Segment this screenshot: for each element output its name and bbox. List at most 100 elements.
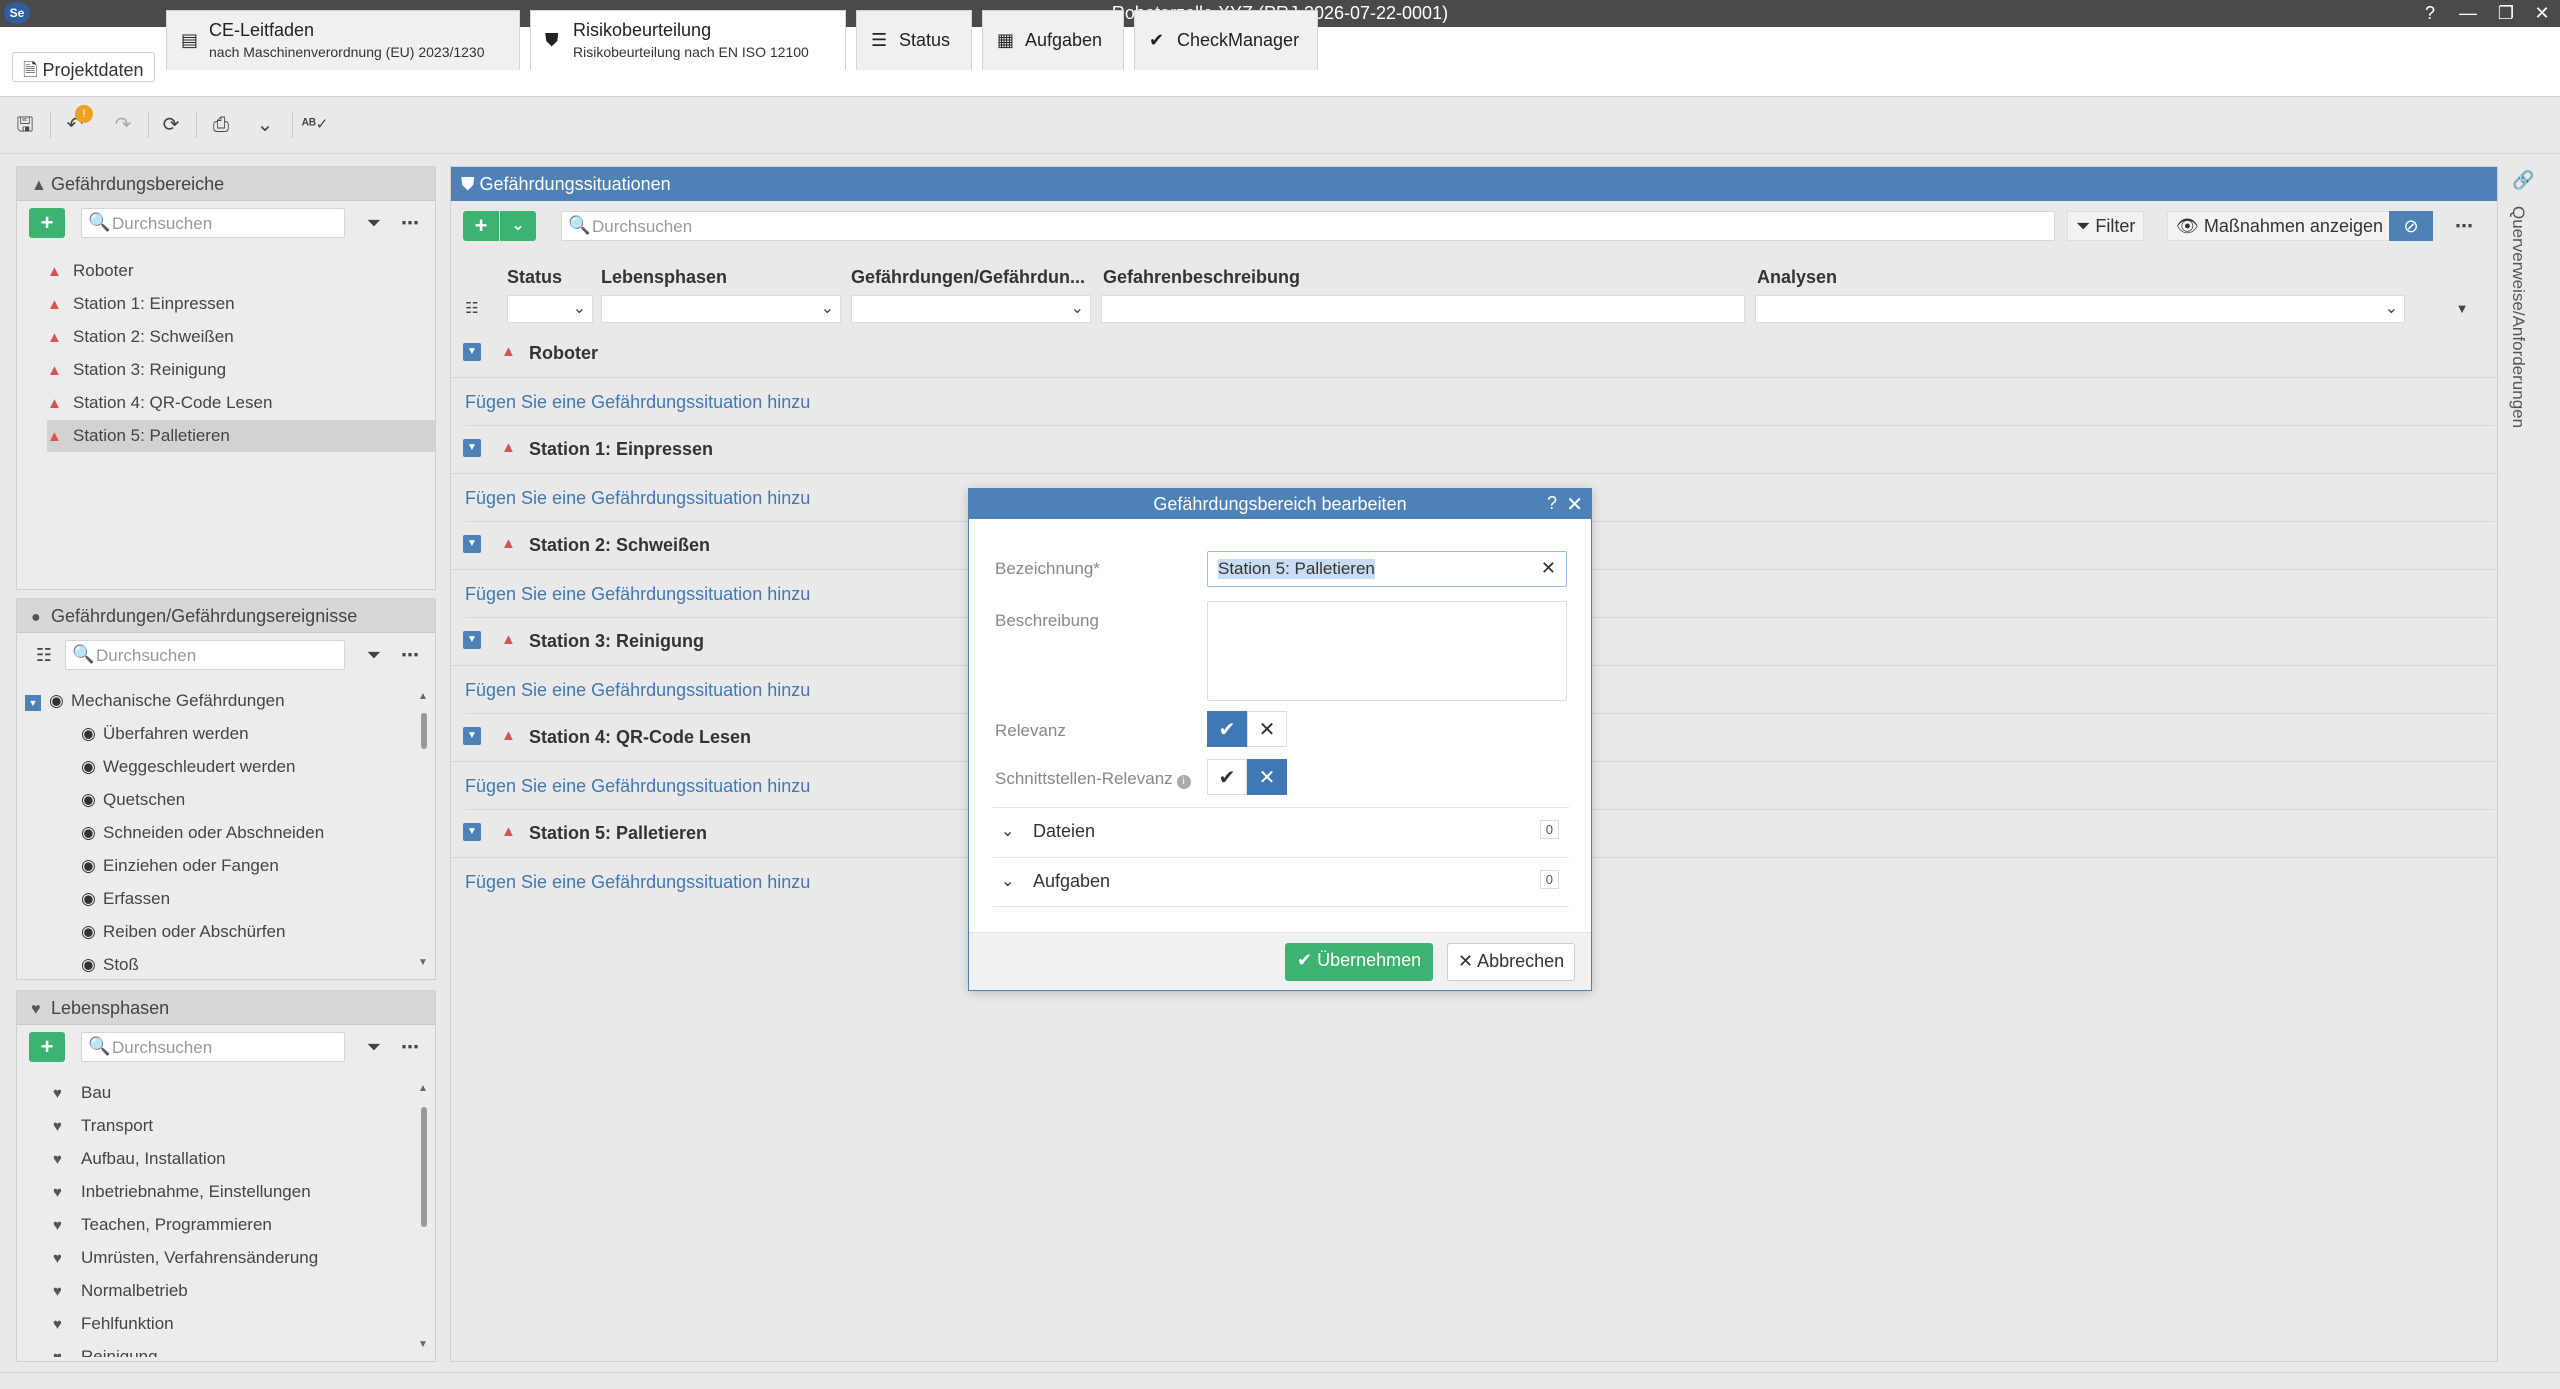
filter-icon[interactable]: ⏷	[359, 208, 389, 238]
scroll-down-icon[interactable]: ▼	[417, 1339, 429, 1350]
querverweise-tab[interactable]: Querverweise/Anforderungen	[2508, 206, 2528, 428]
abbrechen-button[interactable]: ✕ Abbrechen	[1447, 943, 1576, 981]
refresh-icon[interactable]: ⟳	[154, 108, 188, 142]
lebensphase-item[interactable]: ♥ Teachen, Programmieren	[53, 1209, 272, 1241]
lebensphase-item[interactable]: ♥ Transport	[53, 1110, 153, 1142]
filter-analysen[interactable]: ⌄	[1755, 295, 2405, 323]
lebensphase-item[interactable]: ♥ Bau	[53, 1077, 111, 1109]
minimize-icon[interactable]: —	[2454, 2, 2482, 24]
scroll-down-icon[interactable]: ▼	[417, 957, 429, 968]
help-icon[interactable]: ?	[1547, 493, 1557, 514]
bereiche-search-input[interactable]	[112, 213, 322, 235]
lebensphase-item[interactable]: ♥ Normalbetrieb	[53, 1275, 188, 1307]
gefaehrdungen-search[interactable]: 🔍	[65, 640, 345, 670]
tab-status[interactable]: ☰ Status	[856, 10, 972, 70]
gefaehrdung-item[interactable]: ◉ Einziehen oder Fangen	[81, 850, 279, 882]
gefaehrdung-item[interactable]: ◉ Reiben oder Abschürfen	[81, 916, 285, 948]
dateien-accordion[interactable]: ⌄ Dateien 0	[993, 807, 1569, 857]
more-icon[interactable]: ⋯	[2449, 211, 2479, 241]
column-gefahrenbeschreibung[interactable]: Gefahrenbeschreibung	[1103, 267, 1300, 288]
info-icon[interactable]: i	[1176, 775, 1191, 789]
filter-lebensphasen[interactable]: ⌄	[601, 295, 841, 323]
lebensphase-item[interactable]: ♥ Aufbau, Installation	[53, 1143, 226, 1175]
chevron-down-icon[interactable]: ⌄	[248, 108, 282, 142]
beschreibung-field[interactable]	[1207, 601, 1567, 701]
eye-slash-icon[interactable]: ⊘	[2389, 211, 2433, 241]
scroll-up-icon[interactable]: ▲	[417, 691, 429, 702]
filter-status[interactable]: ⌄	[507, 295, 593, 323]
spellcheck-icon[interactable]: ᴬᴮ✓	[298, 108, 332, 142]
tab-risikobeurteilung[interactable]: ⛊ Risikobeurteilung Risikobeurteilung na…	[530, 10, 846, 70]
filter-button[interactable]: ⏷ Filter	[2067, 211, 2145, 241]
schnittstellen-yes-toggle[interactable]: ✔	[1207, 759, 1247, 795]
main-search[interactable]: 🔍	[561, 211, 2055, 241]
add-lebensphase-button[interactable]: +	[29, 1032, 65, 1062]
lebensphase-item[interactable]: ♥ Fehlfunktion	[53, 1308, 174, 1340]
more-icon[interactable]: ⋯	[395, 208, 425, 238]
tab-projektdaten[interactable]: 🗎 Projektdaten	[12, 52, 155, 82]
clear-icon[interactable]: ✕	[1541, 558, 1556, 579]
tab-aufgaben[interactable]: ▦ Aufgaben	[982, 10, 1124, 70]
more-icon[interactable]: ⋯	[395, 1032, 425, 1062]
collapse-toggle-icon[interactable]: ▼	[463, 439, 481, 457]
close-window-icon[interactable]: ✕	[2528, 2, 2556, 24]
filter-icon[interactable]: ⏷	[359, 640, 389, 670]
list-icon[interactable]: ☷	[29, 640, 59, 670]
gefaehrdung-item[interactable]: ◉ Schneiden oder Abschneiden	[81, 817, 324, 849]
lebensphase-item[interactable]: ♥ Inbetriebnahme, Einstellungen	[53, 1176, 311, 1208]
scrollbar[interactable]	[421, 1107, 427, 1227]
column-analysen[interactable]: Analysen	[1757, 267, 1837, 288]
lebensphasen-search[interactable]: 🔍	[81, 1032, 345, 1062]
lebensphase-item[interactable]: ♥Reinigung	[53, 1341, 158, 1357]
relevanz-no-toggle[interactable]: ✕	[1247, 711, 1287, 747]
help-icon[interactable]: ?	[2416, 2, 2444, 24]
add-situation-button[interactable]: +	[463, 211, 499, 241]
bezeichnung-field[interactable]: Station 5: Palletieren ✕	[1207, 551, 1567, 587]
add-situation-link[interactable]: Fügen Sie eine Gefährdungssituation hinz…	[465, 378, 2495, 426]
main-search-input[interactable]	[592, 216, 1786, 238]
aufgaben-accordion[interactable]: ⌄ Aufgaben 0	[993, 857, 1569, 907]
bereiche-search[interactable]: 🔍	[81, 208, 345, 238]
bereich-item[interactable]: ▲ Station 4: QR-Code Lesen	[31, 387, 435, 419]
collapse-toggle-icon[interactable]: ▼	[463, 631, 481, 649]
tab-ce-leitfaden[interactable]: ▤ CE-Leitfaden nach Maschinenverordnung …	[166, 10, 520, 70]
more-icon[interactable]: ⋯	[395, 640, 425, 670]
filter-gefaehrdungen[interactable]: ⌄	[851, 295, 1091, 323]
group-row[interactable]: ▼ ▲ Station 1: Einpressen	[451, 426, 2497, 474]
column-settings-icon[interactable]: ▼	[2447, 294, 2477, 324]
print-icon[interactable]: ⎙	[204, 108, 238, 142]
add-situation-dropdown-icon[interactable]: ⌄	[500, 211, 536, 241]
collapse-toggle-icon[interactable]: ▼	[463, 727, 481, 745]
lebensphase-item[interactable]: ♥ Umrüsten, Verfahrensänderung	[53, 1242, 318, 1274]
bereich-item[interactable]: ▲ Station 1: Einpressen	[31, 288, 435, 320]
collapse-toggle-icon[interactable]: ▼	[463, 343, 481, 361]
gefaehrdung-item[interactable]: ◉ Weggeschleudert werden	[81, 751, 295, 783]
redo-icon[interactable]: ↷	[106, 108, 140, 142]
column-lebensphasen[interactable]: Lebensphasen	[601, 267, 727, 288]
gefaehrdung-item[interactable]: ◉ Quetschen	[81, 784, 185, 816]
close-icon[interactable]: ✕	[1566, 492, 1583, 517]
bereich-item[interactable]: ▲ Station 3: Reinigung	[31, 354, 435, 386]
relevanz-yes-toggle[interactable]: ✔	[1207, 711, 1247, 747]
link-icon[interactable]: 🔗	[2512, 170, 2534, 191]
bereich-item-selected[interactable]: ▲ Station 5: Palletieren	[47, 420, 435, 452]
filter-icon[interactable]: ⏷	[359, 1032, 389, 1062]
collapse-toggle-icon[interactable]: ▼	[463, 535, 481, 553]
gefaehrdung-item[interactable]: ◉ Erfassen	[81, 883, 170, 915]
column-status[interactable]: Status	[507, 267, 562, 288]
collapse-toggle-icon[interactable]: ▼	[25, 695, 41, 711]
group-row[interactable]: ▼ ▲ Roboter	[451, 330, 2497, 378]
column-gefaehrdungen[interactable]: Gefährdungen/Gefährdun...	[851, 267, 1085, 288]
scroll-up-icon[interactable]: ▲	[417, 1083, 429, 1094]
tab-checkmanager[interactable]: ✔ CheckManager	[1134, 10, 1318, 70]
schnittstellen-no-toggle[interactable]: ✕	[1247, 759, 1287, 795]
save-icon[interactable]: 🖫	[8, 108, 42, 142]
bereich-item[interactable]: ▲ Station 2: Schweißen	[31, 321, 435, 353]
uebernehmen-button[interactable]: ✔ Übernehmen	[1285, 943, 1434, 981]
gefaehrdung-root[interactable]: ▼ ◉ Mechanische Gefährdungen	[25, 685, 285, 717]
filter-gefahrenbeschreibung[interactable]	[1101, 295, 1745, 323]
add-bereich-button[interactable]: +	[29, 208, 65, 238]
massnahmen-toggle-button[interactable]: 👁 Maßnahmen anzeigen	[2167, 211, 2392, 241]
collapse-toggle-icon[interactable]: ▼	[463, 823, 481, 841]
restore-icon[interactable]: ❐	[2492, 2, 2520, 24]
